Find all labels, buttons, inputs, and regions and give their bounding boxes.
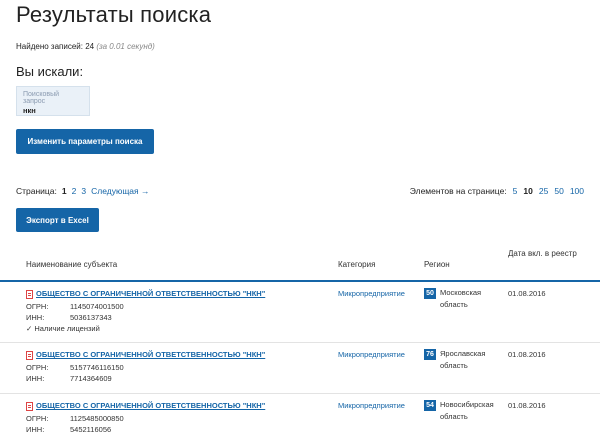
results-count-label: Найдено записей: (16, 42, 83, 51)
results-count: Найдено записей: 24 (за 0.01 секунд) (16, 42, 155, 51)
inn-value: 5452116056 (70, 425, 112, 434)
inn-value: 7714364609 (70, 374, 112, 383)
registry-date: 01.08.2016 (508, 401, 546, 410)
registry-date: 01.08.2016 (508, 289, 546, 298)
inn-label: ИНН: (26, 425, 45, 434)
page-title: Результаты поиска (16, 2, 212, 27)
per-page-50[interactable]: 50 (554, 186, 563, 196)
document-icon (26, 351, 33, 360)
region-code-badge: 76 (424, 349, 436, 360)
table-row: ОБЩЕСТВО С ОГРАНИЧЕННОЙ ОТВЕТСТВЕННОСТЬЮ… (0, 394, 600, 438)
column-header-date[interactable]: Дата вкл. в реестр (508, 248, 578, 259)
ogrn-value: 5157746116150 (70, 363, 124, 372)
per-page-25[interactable]: 25 (539, 186, 548, 196)
table-row: ОБЩЕСТВО С ОГРАНИЧЕННОЙ ОТВЕТСТВЕННОСТЬЮ… (0, 343, 600, 394)
region-name: Новосибирская область (440, 400, 494, 421)
page-2[interactable]: 2 (72, 186, 77, 196)
change-search-params-button[interactable]: Изменить параметры поиска (16, 129, 154, 154)
ogrn-label: ОГРН: (26, 414, 49, 423)
pagination-label: Страница: (16, 186, 57, 196)
table-row: ОБЩЕСТВО С ОГРАНИЧЕННОЙ ОТВЕТСТВЕННОСТЬЮ… (0, 282, 600, 343)
search-time: (за 0.01 секунд) (96, 42, 155, 51)
region-name: Московская область (440, 288, 482, 309)
inn-label: ИНН: (26, 313, 45, 322)
region-code-badge: 54 (424, 400, 436, 411)
search-query-box: Поисковый запрос нкн (16, 86, 90, 116)
inn-label: ИНН: (26, 374, 45, 383)
table-header: Наименование субъекта Категория Регион Д… (0, 244, 600, 282)
results-count-value: 24 (85, 42, 95, 51)
column-header-category[interactable]: Категория (338, 260, 375, 269)
org-name-link[interactable]: ОБЩЕСТВО С ОГРАНИЧЕННОЙ ОТВЕТСТВЕННОСТЬЮ… (36, 289, 265, 298)
license-indicator: ✓ Наличие лицензий (26, 324, 100, 333)
ogrn-label: ОГРН: (26, 302, 49, 311)
export-excel-button[interactable]: Экспорт в Excel (16, 208, 99, 232)
ogrn-label: ОГРН: (26, 363, 49, 372)
page-1[interactable]: 1 (62, 186, 67, 196)
document-icon (26, 290, 33, 299)
search-query-value: нкн (23, 106, 36, 115)
registry-date: 01.08.2016 (508, 350, 546, 359)
category-value[interactable]: Микропредприятие (338, 401, 405, 410)
inn-value: 5036137343 (70, 313, 112, 322)
search-query-label: Поисковый запрос (23, 91, 60, 105)
per-page-10[interactable]: 10 (523, 186, 532, 196)
category-value[interactable]: Микропредприятие (338, 350, 405, 359)
search-query-heading: Вы искали: (16, 64, 84, 79)
per-page-100[interactable]: 100 (570, 186, 584, 196)
per-page-5[interactable]: 5 (513, 186, 518, 196)
next-page-link[interactable]: Следующая → (91, 186, 149, 196)
region-name: Ярославская область (440, 349, 486, 370)
category-value[interactable]: Микропредприятие (338, 289, 405, 298)
ogrn-value: 1145074001500 (70, 302, 124, 311)
document-icon (26, 402, 33, 411)
org-name-link[interactable]: ОБЩЕСТВО С ОГРАНИЧЕННОЙ ОТВЕТСТВЕННОСТЬЮ… (36, 350, 265, 359)
pagination: Страница: 1 2 3 Следующая → (16, 186, 150, 196)
items-per-page-label: Элементов на странице: (409, 186, 507, 196)
column-header-region[interactable]: Регион (424, 260, 450, 269)
region-code-badge: 50 (424, 288, 436, 299)
org-name-link[interactable]: ОБЩЕСТВО С ОГРАНИЧЕННОЙ ОТВЕТСТВЕННОСТЬЮ… (36, 401, 265, 410)
column-header-name[interactable]: Наименование субъекта (26, 260, 117, 269)
items-per-page: Элементов на странице: 5 10 25 50 100 (410, 186, 584, 196)
ogrn-value: 1125485000850 (70, 414, 124, 423)
page-3[interactable]: 3 (81, 186, 86, 196)
